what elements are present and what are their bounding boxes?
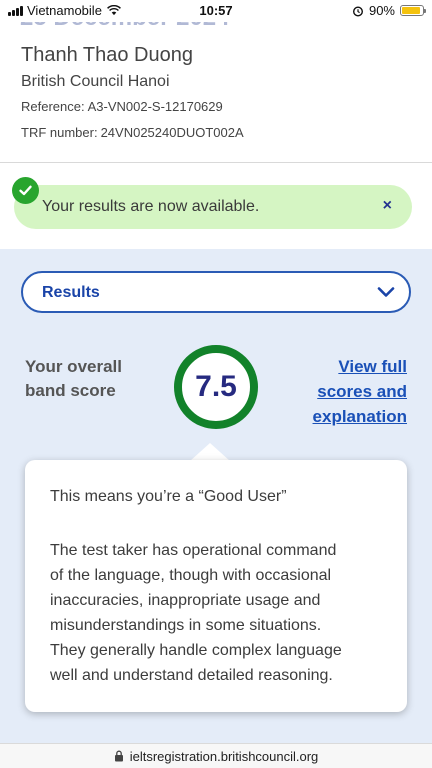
test-centre: British Council Hanoi [21, 73, 170, 90]
band-score-badge: 7.5 [174, 345, 258, 429]
notification-area: Your results are now available. × [0, 163, 432, 249]
browser-url-bar[interactable]: ieltsregistration.britishcouncil.org [0, 743, 432, 768]
chevron-down-icon [377, 287, 395, 297]
band-score-value: 7.5 [195, 370, 237, 403]
reference-row: Reference: A3-VN002-S-12170629 [21, 99, 223, 114]
candidate-header: 25 December 2024 Thanh Thao Duong Britis… [0, 0, 432, 163]
band-description-popover: This means you’re a “Good User” The test… [25, 460, 407, 712]
alarm-icon [352, 5, 363, 17]
popover-body: The test taker has operational command o… [50, 538, 385, 688]
check-circle-icon [12, 177, 39, 204]
close-icon[interactable]: × [383, 197, 392, 215]
results-dropdown[interactable]: Results [21, 271, 411, 313]
link-line1: View full [338, 357, 407, 376]
link-line2: scores and [317, 382, 407, 401]
overall-label-line2: band score [25, 381, 116, 400]
results-available-notice: Your results are now available. × [14, 185, 412, 229]
overall-band-label: Your overall band score [25, 355, 122, 403]
link-line3: explanation [312, 407, 407, 426]
status-right: 90% [352, 3, 426, 18]
results-dropdown-label: Results [42, 284, 100, 301]
popover-line: inaccuracies, inappropriate usage and [50, 592, 321, 609]
candidate-name: Thanh Thao Duong [21, 44, 193, 66]
popover-heading: This means you’re a “Good User” [50, 488, 287, 505]
reference-label: Reference: [21, 99, 85, 114]
results-section: Results Your overall band score 7.5 View… [0, 249, 432, 743]
lock-icon [114, 750, 123, 762]
popover-line: The test taker has operational command [50, 542, 337, 559]
reference-value: A3-VN002-S-12170629 [87, 99, 223, 114]
popover-line: They generally handle complex language [50, 642, 342, 659]
battery-level [402, 7, 420, 14]
popover-arrow [190, 443, 230, 461]
overall-label-line1: Your overall [25, 357, 122, 376]
view-full-scores-link[interactable]: View full scores and explanation [313, 354, 407, 429]
battery-percent: 90% [368, 3, 395, 18]
popover-line: misunderstandings in some situations. [50, 617, 322, 634]
trf-row: TRF number: 24VN025240DUOT002A [21, 125, 244, 140]
notice-text: Your results are now available. [42, 198, 260, 215]
battery-icon [400, 5, 426, 16]
status-bar: Vietnamobile 10:57 90% [0, 0, 432, 22]
trf-label: TRF number: [21, 125, 98, 140]
popover-line: of the language, though with occasional [50, 567, 332, 584]
trf-value: 24VN025240DUOT002A [100, 125, 244, 140]
popover-line: well and understand detailed reasoning. [50, 667, 333, 684]
url-text: ieltsregistration.britishcouncil.org [129, 748, 319, 764]
